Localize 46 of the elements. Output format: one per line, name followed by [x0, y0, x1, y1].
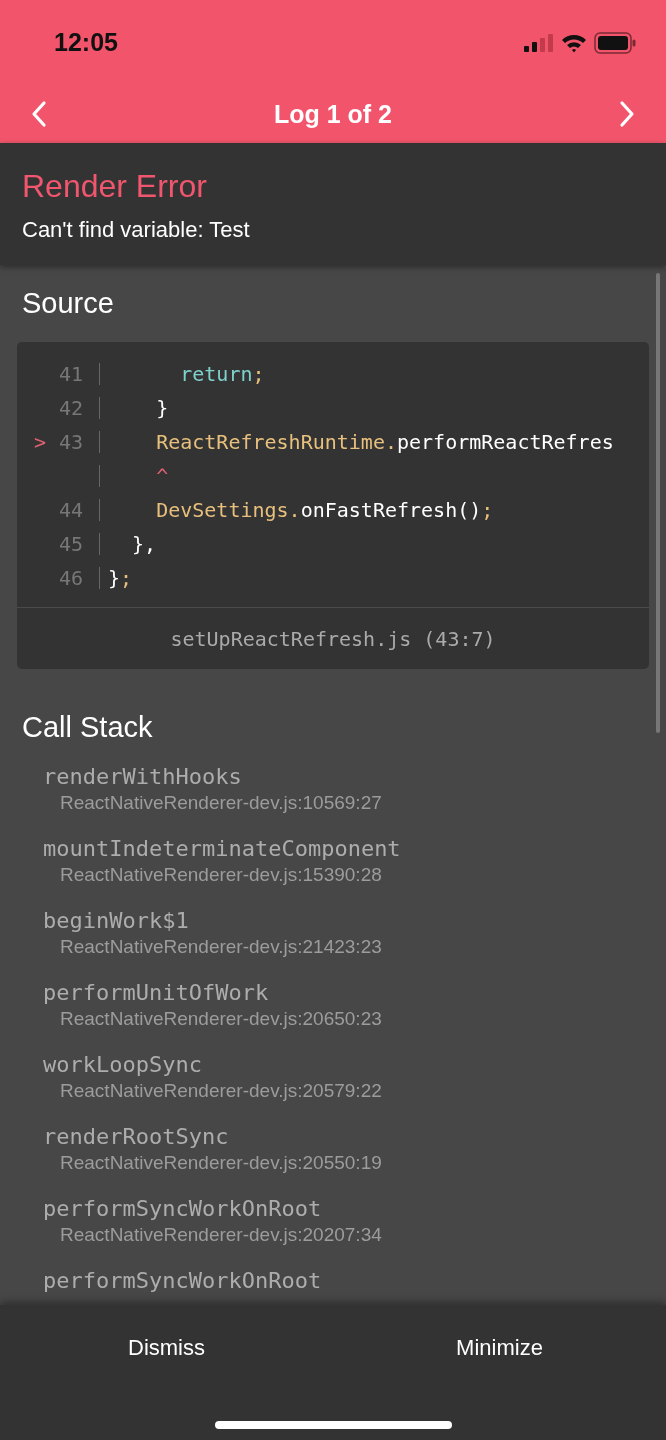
section-heading: Source — [21, 287, 115, 320]
code-line: return; — [179, 362, 265, 386]
line-number: 43 — [58, 430, 83, 454]
footer-button[interactable]: Dismiss — [0, 1305, 333, 1389]
stack-frame-location: ReactNativeRenderer-dev.js:20207:34 — [60, 1224, 383, 1246]
footer-button[interactable]: Minimize — [333, 1305, 666, 1389]
code-line: DevSettings.onFastRefresh(); — [155, 498, 494, 522]
line-number: 41 — [58, 362, 83, 386]
next-button[interactable] — [618, 100, 636, 128]
stack-frame-location: ReactNativeRenderer-dev.js:20579:22 — [60, 1080, 383, 1102]
log-title: Log 1 of 2 — [273, 99, 393, 129]
line-number: 46 — [58, 566, 83, 590]
stack-frame-name[interactable]: performSyncWorkOnRoot — [43, 1196, 322, 1221]
battery-icon — [594, 31, 636, 54]
line-number: 45 — [58, 532, 83, 556]
chevron-left-icon — [30, 100, 48, 128]
stack-frame-location: ReactNativeRenderer-dev.js:15390:28 — [60, 864, 383, 886]
stack-frame-location: ReactNativeRenderer-dev.js:20650:23 — [60, 1008, 383, 1030]
section-heading: Call Stack — [21, 711, 154, 744]
code-line: }; — [108, 566, 133, 590]
stack-frame-location: ReactNativeRenderer-dev.js:20550:19 — [60, 1152, 383, 1174]
wifi-icon — [561, 32, 587, 53]
stack-frame-name[interactable]: renderWithHooks — [43, 764, 242, 789]
code-line: }, — [131, 532, 157, 556]
stack-frame-location: ReactNativeRenderer-dev.js:21423:23 — [60, 936, 383, 958]
code-line: ^ — [155, 464, 169, 488]
line-number: 44 — [58, 498, 83, 522]
status-time: 12:05 — [54, 28, 118, 57]
code-line: ReactRefreshRuntime.performReactRefres — [155, 430, 614, 454]
stack-frame-name[interactable]: performSyncWorkOnRoot — [43, 1268, 322, 1293]
stack-frame-name[interactable]: renderRootSync — [43, 1124, 229, 1149]
scrollbar[interactable] — [656, 273, 660, 733]
signal-icon — [524, 32, 554, 53]
previous-button[interactable] — [30, 100, 48, 128]
stack-frame-name[interactable]: workLoopSync — [43, 1052, 202, 1077]
line-number: 42 — [58, 396, 83, 420]
stack-frame-name[interactable]: mountIndeterminateComponent — [43, 836, 401, 861]
file-location: setUpReactRefresh.js (43:7) — [17, 607, 649, 669]
code-line: } — [155, 396, 169, 420]
stack-frame-name[interactable]: performUnitOfWork — [43, 980, 269, 1005]
error-message: Can't find variable: Test — [22, 217, 251, 243]
error-line-marker: > — [33, 430, 46, 454]
error-title: Render Error — [22, 167, 208, 205]
stack-frame-name[interactable]: beginWork$1 — [43, 908, 189, 933]
chevron-right-icon — [618, 100, 636, 128]
stack-frame-location: ReactNativeRenderer-dev.js:10569:27 — [60, 792, 383, 814]
